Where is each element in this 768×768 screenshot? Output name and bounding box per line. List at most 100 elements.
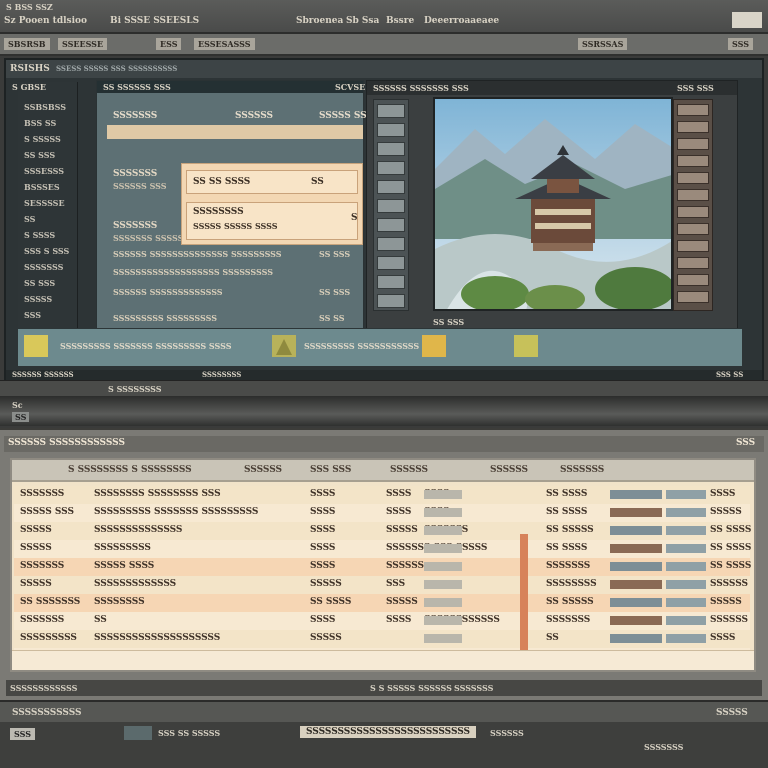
menu-item-3[interactable]: Sb Ssa	[346, 16, 379, 26]
table-cell-c4: SSS	[386, 579, 406, 589]
form-value-0[interactable]: SSSSSS SSS	[113, 181, 167, 191]
column-header-3[interactable]: SSSSSS	[390, 465, 428, 475]
thumbnail[interactable]	[377, 237, 405, 251]
thumbnail[interactable]	[677, 155, 709, 167]
dialog-field-1[interactable]: SS SS SSSS SS	[186, 170, 358, 194]
thumbnail[interactable]	[677, 104, 709, 116]
taskbar-banner[interactable]: SSSSSSSSSSSSSSSSSSSSSSSSSS	[300, 726, 477, 738]
middle-small-label: Sc	[12, 400, 23, 410]
sidebar-item[interactable]: S SSSS	[24, 230, 55, 240]
thumbnail[interactable]	[677, 223, 709, 235]
note-icon[interactable]	[514, 335, 538, 357]
thumbnail[interactable]	[377, 123, 405, 137]
column-header-0[interactable]: S SSSSSSSS S SSSSSSSS	[68, 465, 192, 475]
sidebar-item[interactable]: SSS S SSS	[24, 246, 69, 256]
thumbnail[interactable]	[677, 172, 709, 184]
middle-small-chip[interactable]: SS	[12, 412, 30, 422]
table-cell-id: SSSSSSS	[20, 489, 65, 499]
list-row-3[interactable]: SSSSSSSSS SSSSSSSSS	[113, 313, 217, 323]
dialog-field-2[interactable]: SSSSSSSS SSSSS SSSSS SSSS S	[186, 202, 358, 240]
column-header-4[interactable]: SSSSSS	[490, 465, 528, 475]
thumbnail[interactable]	[377, 199, 405, 213]
thumbnail[interactable]	[677, 189, 709, 201]
lower-status-right: SSSSSSS	[454, 683, 494, 693]
thumbnail[interactable]	[377, 104, 405, 118]
thumbnail[interactable]	[677, 206, 709, 218]
tab-label-2[interactable]: SSSSS SS	[319, 111, 367, 121]
list-row-2[interactable]: SSSSSS SSSSSSSSSSSSS	[113, 287, 223, 297]
thumbnail[interactable]	[677, 138, 709, 150]
toolbar-button-1[interactable]: SSEESSE	[58, 38, 108, 50]
thumbnail[interactable]	[377, 294, 405, 308]
sidebar-item[interactable]: SSSSSSS	[24, 262, 63, 272]
menu-item-4[interactable]: Bssre	[386, 16, 414, 26]
lower-window-title-right[interactable]: SSS	[736, 438, 755, 448]
column-header-5[interactable]: SSSSSSS	[560, 465, 604, 475]
toolbar-button-0[interactable]: SBSRSB	[4, 38, 50, 50]
toolbar-chip-right[interactable]: SSRSSAS	[578, 38, 628, 50]
taskbar-button[interactable]	[124, 726, 152, 740]
menu-item-5[interactable]: Deeerroaaeaee	[424, 16, 499, 26]
toolbar-button-3[interactable]: ESSESASSS	[194, 38, 255, 50]
sidebar-item[interactable]: SS SSS	[24, 150, 55, 160]
table-row[interactable]: SSSSSSS SSSSS SSSS SSSS SSSSSS SSSSSSS SS SSS…	[14, 558, 751, 576]
tab-label-0[interactable]: SSSSSSS	[113, 111, 157, 121]
toolbar-button-2[interactable]: ESS	[156, 38, 182, 50]
thumbnail[interactable]	[377, 180, 405, 194]
triangle-note-icon[interactable]	[272, 335, 296, 357]
thumbnail[interactable]	[377, 218, 405, 232]
thumbnail[interactable]	[677, 240, 709, 252]
thumbnail[interactable]	[677, 257, 709, 269]
folder-icon[interactable]	[422, 335, 446, 357]
table-row[interactable]: SSSSSSS SSSSSSSS SSSSSSSS SSS SSSS SSSS SS SS…	[14, 486, 750, 504]
table-cell-id: SSSSSSSSS	[20, 633, 77, 643]
table-cell-c7: SSSS	[710, 489, 736, 499]
vertical-scrollbar[interactable]	[520, 534, 528, 652]
menu-item-1[interactable]: Bi SSSE SSEESLS	[110, 16, 199, 26]
sidebar: S GBSE SSBSBSS BSS SS S SSSSS SS SSS SSSESSS…	[12, 82, 78, 328]
thumbnail[interactable]	[677, 291, 709, 303]
sidebar-item[interactable]: SSS	[24, 310, 41, 320]
table-row[interactable]: SSSSS SSSSSSSSSSSSSS SSSS SSSSS SS SSSSS SS SS…	[14, 522, 751, 540]
list-row-1[interactable]: SSSSSSSSSSSSSSSSSSS SSSSSSSSS	[113, 267, 273, 277]
table-row[interactable]: SSSSSSSSSSSSSSSSSSSSSSSSSSSSSSSSSSSSSSSS	[14, 576, 750, 594]
thumbnail-strip-left[interactable]	[373, 99, 409, 311]
table-cell-name: SSSSSSSSSSSSSS	[94, 525, 183, 535]
window-control-button[interactable]	[732, 12, 762, 28]
list-row-0[interactable]: SSSSSS SSSSSSSSSSSSSS SSSSSSSSS	[113, 249, 282, 259]
table-row[interactable]: SSSSS SSSSSSSSS SSSS SSSSSSS SSS SS SS SSS SS…	[14, 540, 751, 558]
sidebar-item[interactable]: SSSSS	[24, 294, 52, 304]
sidebar-item[interactable]: S SSSSS	[24, 134, 61, 144]
column-header-2[interactable]: SSS SSS	[310, 465, 351, 475]
tab-strip[interactable]	[107, 125, 363, 139]
table-row[interactable]: SSSSSSSSSSSSSSSSSSSSSSSSSSSSSSSSSSSSSSSS…	[14, 612, 750, 630]
table-cell-c6: SSSSSSS	[546, 615, 591, 625]
thumbnail[interactable]	[377, 142, 405, 156]
menu-item-2[interactable]: Sbroenea	[296, 16, 343, 26]
thumbnail[interactable]	[377, 161, 405, 175]
toolbar-chip-far-right[interactable]: SSS	[728, 38, 753, 50]
table-row[interactable]: SS SSSSSSS SSSSSSSS SS SSSS SSSSS SS SSSSS SS…	[14, 594, 750, 612]
menu-item-0[interactable]: Sz Pooen tdlsioo	[4, 16, 87, 26]
sidebar-item[interactable]: SS SSS	[24, 278, 55, 288]
thumbnail-strip-right[interactable]	[673, 99, 713, 311]
table-cell-id: SSSSSSS	[20, 615, 65, 625]
sidebar-item[interactable]: BSSSES	[24, 182, 60, 192]
sidebar-item[interactable]: SSSESSS	[24, 166, 64, 176]
sidebar-item[interactable]: SS	[24, 214, 35, 224]
sidebar-item[interactable]: BSS SS	[24, 118, 56, 128]
tab-label-1[interactable]: SSSSSS	[235, 111, 273, 121]
upper-window: RSISHS SSESS SSSSS SSS SSSSSSSSSS S GBSE…	[4, 58, 764, 380]
yellow-note-icon[interactable]	[24, 335, 48, 357]
table-row[interactable]: SSSSSSSSSSSSSSSSSSSSSSSSSSSSSSSSSSSSSSSS	[14, 630, 750, 648]
thumbnail[interactable]	[377, 275, 405, 289]
sidebar-item[interactable]: SSBSBSS	[24, 102, 66, 112]
table-row[interactable]: SSSSS SSS SSSSSSSSS SSSSSSS SSSSSSSSS SSSS…	[14, 504, 750, 522]
landscape-temple-image[interactable]	[433, 97, 673, 311]
thumbnail[interactable]	[677, 121, 709, 133]
taskbar-chip[interactable]: SSS	[10, 728, 35, 740]
sidebar-item[interactable]: SESSSSE	[24, 198, 65, 208]
thumbnail[interactable]	[377, 256, 405, 270]
thumbnail[interactable]	[677, 274, 709, 286]
column-header-1[interactable]: SSSSSS	[244, 465, 282, 475]
